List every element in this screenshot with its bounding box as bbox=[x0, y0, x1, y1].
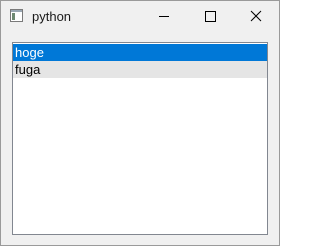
list-item-hoge[interactable]: hoge bbox=[13, 44, 267, 61]
close-icon bbox=[250, 10, 262, 22]
minimize-icon bbox=[159, 16, 169, 17]
python-window-icon bbox=[10, 9, 23, 22]
app-window: python hoge fuga bbox=[0, 0, 280, 246]
close-button[interactable] bbox=[233, 1, 279, 32]
window-title: python bbox=[32, 9, 72, 24]
maximize-icon bbox=[205, 11, 216, 22]
listbox[interactable]: hoge fuga bbox=[12, 42, 268, 235]
list-item-fuga[interactable]: fuga bbox=[13, 61, 267, 78]
maximize-button[interactable] bbox=[187, 1, 233, 32]
minimize-button[interactable] bbox=[141, 1, 187, 32]
client-area: hoge fuga bbox=[1, 32, 279, 245]
title-bar[interactable]: python bbox=[1, 1, 279, 32]
